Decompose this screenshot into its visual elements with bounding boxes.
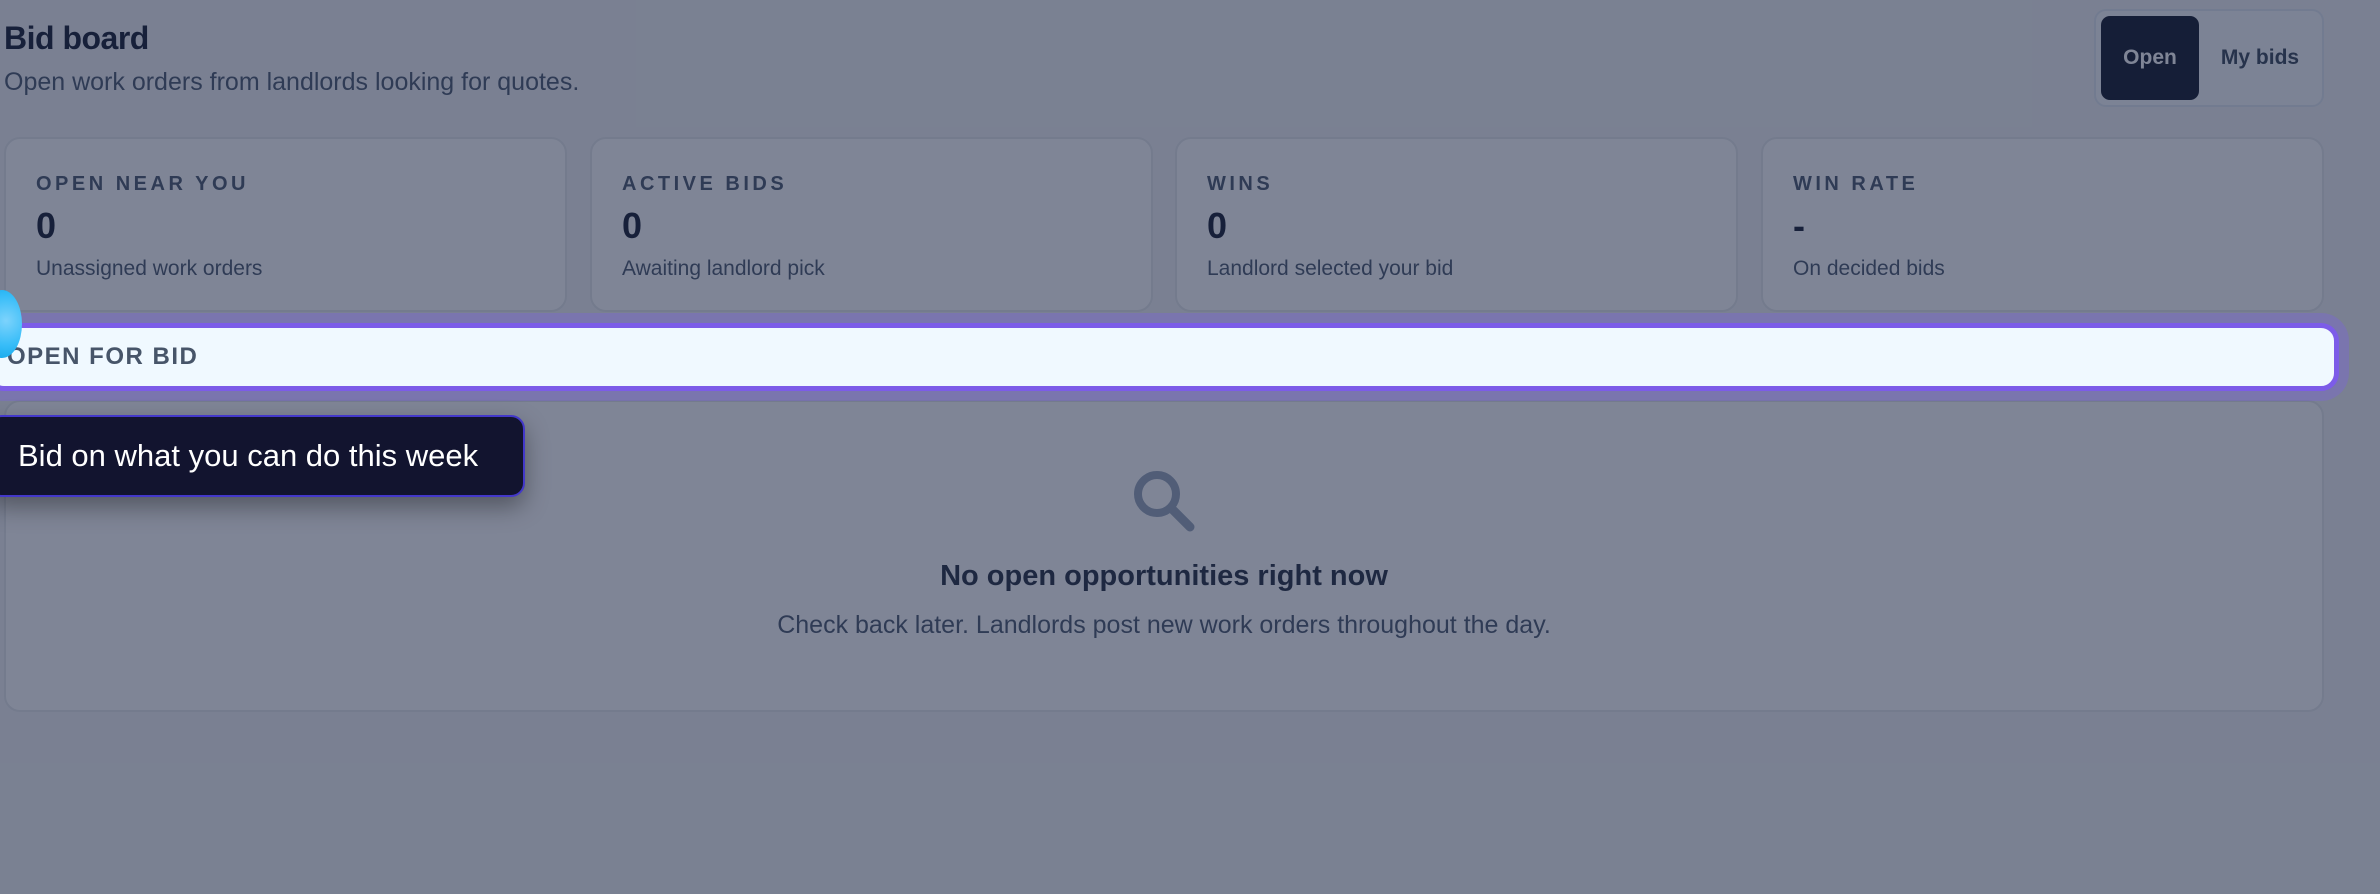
toggle-my-bids-button[interactable]: My bids <box>2203 16 2317 100</box>
stat-value: 0 <box>36 205 57 246</box>
stat-card-open-near-you: OPEN NEAR YOU 0 Unassigned work orders <box>4 137 567 312</box>
toggle-open-button[interactable]: Open <box>2101 16 2199 100</box>
stat-label: ACTIVE BIDS <box>622 173 788 195</box>
empty-state-title: No open opportunities right now <box>940 560 1388 592</box>
tour-tooltip-text: Bid on what you can do this week <box>18 438 479 473</box>
stat-description: Awaiting landlord pick <box>622 257 825 280</box>
stat-label: WINS <box>1207 173 1274 195</box>
stat-value: 0 <box>622 205 643 246</box>
empty-state-description: Check back later. Landlords post new wor… <box>777 611 1551 639</box>
stat-description: On decided bids <box>1793 257 1945 280</box>
stat-label: WIN RATE <box>1793 173 1919 195</box>
search-icon <box>1134 471 1195 532</box>
view-toggle: Open My bids <box>2094 9 2324 107</box>
stat-label: OPEN NEAR YOU <box>36 173 249 195</box>
stat-card-win-rate: WIN RATE - On decided bids <box>1761 137 2324 312</box>
section-header-open-for-bid: OPEN FOR BID <box>0 323 2339 391</box>
stat-value: - <box>1793 205 1805 246</box>
tour-tooltip: Bid on what you can do this week <box>0 415 525 497</box>
stat-description: Unassigned work orders <box>36 257 263 280</box>
stat-card-active-bids: ACTIVE BIDS 0 Awaiting landlord pick <box>590 137 1153 312</box>
page-title: Bid board <box>4 20 149 56</box>
stat-description: Landlord selected your bid <box>1207 257 1454 280</box>
section-title: OPEN FOR BID <box>7 343 199 370</box>
page-subtitle: Open work orders from landlords looking … <box>4 68 580 96</box>
stat-card-wins: WINS 0 Landlord selected your bid <box>1175 137 1738 312</box>
stat-value: 0 <box>1207 205 1228 246</box>
